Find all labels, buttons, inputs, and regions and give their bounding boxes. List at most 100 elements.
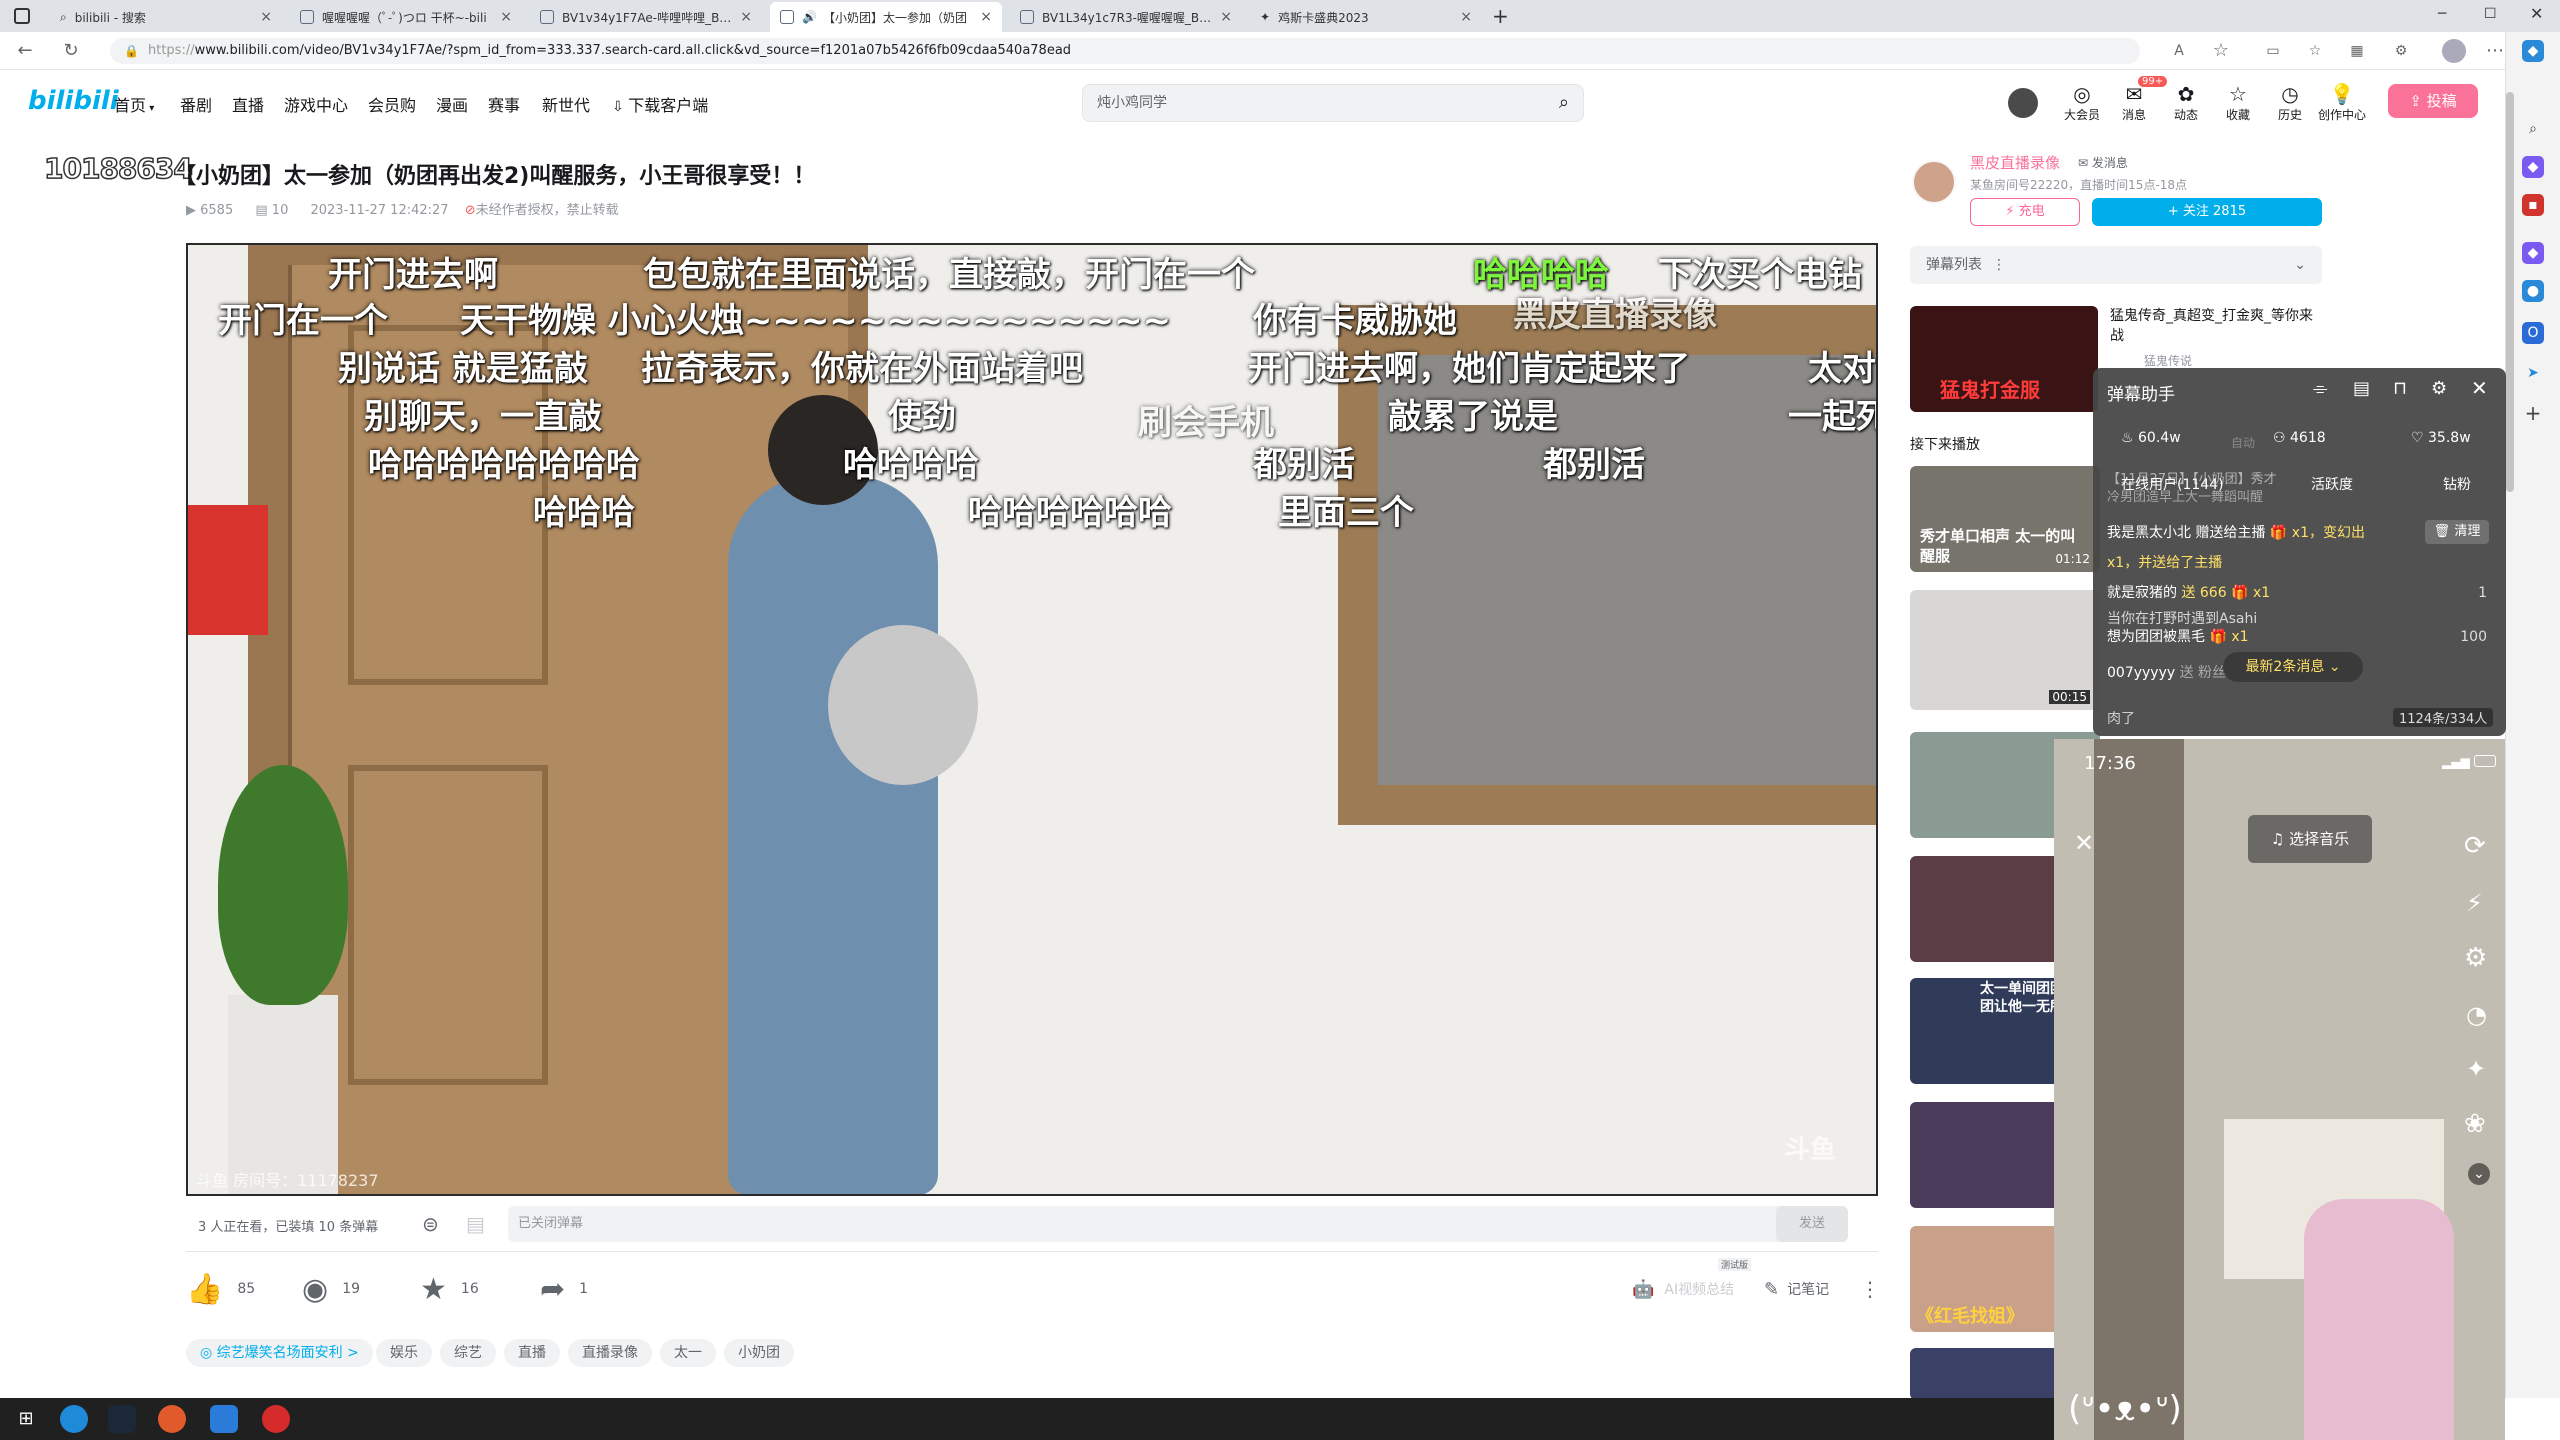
start-icon[interactable]: ⊞ [12,1405,40,1433]
url-input[interactable]: 🔒 https://www.bilibili.com/video/BV1v34y… [110,38,2140,64]
back-icon[interactable]: ← [14,40,36,62]
profile-avatar[interactable] [2442,39,2466,63]
page-scrollbar[interactable] [2506,92,2514,492]
search-sidebar-icon[interactable]: ⌕ [2522,118,2544,140]
close-tab-icon[interactable]: × [500,9,512,25]
outlook-icon[interactable]: O [2522,322,2544,344]
tab-actions-icon[interactable] [14,8,30,24]
settings-icon[interactable]: ⚙ [2464,943,2487,973]
flip-camera-icon[interactable]: ⟳ [2464,831,2486,861]
flash-off-icon[interactable]: ⚡ [2466,889,2483,917]
nav-new-gen[interactable]: 新世代 [542,92,590,116]
tools-icon[interactable]: ▪ [2522,194,2544,216]
nav-live[interactable]: 直播 [232,92,264,116]
nav-game-center[interactable]: 游戏中心 [284,92,348,116]
timer-icon[interactable]: ◔ [2466,1001,2487,1029]
steam-icon[interactable] [108,1405,136,1433]
browser-tab[interactable]: ⌕ bilibili - 搜索 × [50,2,282,32]
search-icon[interactable]: ⌕ [1559,85,1569,121]
messages-link[interactable]: ✉ 消息 99+ [2108,76,2168,123]
minimize-icon[interactable]: ─ [2438,6,2446,22]
coin-button[interactable]: ◉ 19 [302,1272,360,1307]
browser-tab[interactable]: ✦ 鸡斯卡盛典2023 × [1250,2,1482,32]
close-icon[interactable]: ✕ [2074,829,2094,857]
charge-button[interactable]: ⚡ 充电 [1970,198,2080,226]
new-tab-icon[interactable]: + [1492,4,1509,28]
maximize-icon[interactable]: ☐ [2484,6,2497,22]
split-screen-icon[interactable]: ▭ [2262,40,2284,62]
audio-playing-icon[interactable]: 🔊 [802,10,817,24]
favorite-button[interactable]: ★ 16 [420,1272,479,1307]
send-icon[interactable]: ➤ [2522,362,2544,384]
creator-center-link[interactable]: 💡 创作中心 [2316,82,2368,123]
beauty-filter-icon[interactable]: ❀ [2464,1109,2486,1139]
ai-summary-button[interactable]: 🤖 AI视频总结 [1632,1272,1734,1306]
nav-esports[interactable]: 赛事 [488,92,520,116]
reco-thumbnail[interactable]: 00:15 [1910,590,2100,710]
close-window-icon[interactable]: ✕ [2530,4,2543,23]
refresh-icon[interactable]: ↻ [60,40,82,62]
music-select-button[interactable]: ♫ 选择音乐 [2248,815,2372,863]
follow-button[interactable]: + 关注 2815 [2092,198,2322,226]
tag[interactable]: 太一 [660,1339,716,1367]
video-player[interactable]: 开门进去啊 包包就在里面说话，直接敲，开门在一个 哈哈哈哈 下次买个电钻 开门在… [186,243,1878,1196]
add-sidebar-icon[interactable]: + [2522,402,2544,424]
nav-download-client[interactable]: ⇩ 下载客户端 [612,92,708,116]
netease-music-icon[interactable] [262,1405,290,1433]
edge-icon[interactable] [60,1405,88,1433]
uploader-avatar[interactable] [1912,160,1956,204]
more-menu-icon[interactable]: ⋯ [2484,40,2506,62]
close-icon[interactable]: ✕ [2471,376,2488,400]
close-tab-icon[interactable]: × [1460,9,1472,25]
danmaku-list-bar[interactable]: 弹幕列表 ⋮ ⌄ [1910,246,2322,284]
magic-wand-icon[interactable]: ✦ [2466,1055,2486,1083]
danmaku-settings-icon[interactable]: ▤ [466,1212,485,1236]
danmaku-input[interactable]: 已关闭弹幕 发送 [508,1206,1848,1242]
nav-home[interactable]: 首页 ▾ [114,92,154,116]
close-tab-icon[interactable]: × [740,9,752,25]
office-icon[interactable]: ● [2522,280,2544,302]
copilot-icon[interactable]: ◆ [2522,40,2544,62]
close-tab-icon[interactable]: × [260,9,272,25]
tag[interactable]: 小奶团 [724,1339,794,1367]
danmaku-toggle-icon[interactable]: ⊜ [422,1212,439,1236]
notes-button[interactable]: ✎ 记笔记 [1764,1272,1829,1306]
upload-button[interactable]: ⇪ 投稿 [2388,84,2478,118]
favorites-icon[interactable]: ☆ [2304,40,2326,62]
settings-icon[interactable]: ⚙ [2431,378,2447,399]
tag-activity[interactable]: ◎ 综艺爆笑名场面安利 > [186,1339,373,1367]
read-aloud-icon[interactable]: A [2168,40,2190,62]
tab-diamond-fans[interactable]: 钻粉 [2443,474,2471,494]
nav-manga[interactable]: 漫画 [436,92,468,116]
like-button[interactable]: 👍 85 [186,1272,255,1307]
search-input[interactable]: 炖小鸡同学 ⌕ [1082,84,1584,122]
app-icon[interactable] [158,1405,186,1433]
shopping-icon[interactable]: ◆ [2522,156,2544,178]
tag[interactable]: 综艺 [440,1339,496,1367]
filter-icon[interactable]: ⌯ [2313,378,2327,399]
collections-icon[interactable]: ▦ [2346,40,2368,62]
clear-button[interactable]: 🗑 清理 [2425,520,2489,544]
document-icon[interactable]: ▤ [2353,378,2370,399]
history-link[interactable]: ◷ 历史 [2264,82,2316,123]
user-avatar[interactable] [2008,88,2038,118]
more-options-icon[interactable]: ⋮ [1860,1272,1880,1306]
send-message-link[interactable]: ✉ 发消息 [2078,154,2128,171]
nav-mall[interactable]: 会员购 [368,92,416,116]
vip-link[interactable]: ◎ 大会员 [2056,82,2108,123]
favorite-star-icon[interactable]: ☆ [2210,40,2232,62]
browser-tab[interactable]: BV1v34y1F7Ae-哔哩哔哩_Bilibili × [530,2,762,32]
tag[interactable]: 娱乐 [376,1339,432,1367]
browser-tab[interactable]: BV1L34y1c7R3-喔喔喔喔_Bilibili × [1010,2,1242,32]
tag[interactable]: 直播录像 [568,1339,652,1367]
bilibili-logo[interactable]: bilibili [28,86,119,116]
uploader-name[interactable]: 黑皮直播录像 [1970,152,2060,173]
chevron-down-icon[interactable]: ⌄ [2468,1163,2490,1185]
reco-thumbnail[interactable]: 秀才单口相声 太一的叫醒服 01:12 [1910,466,2100,572]
new-messages-button[interactable]: 最新2条消息 ⌄ [2223,652,2363,682]
extension-icon[interactable]: ⚙ [2390,40,2412,62]
reco-thumbnail[interactable]: 猛鬼打金服 [1910,306,2098,412]
nav-anime[interactable]: 番剧 [180,92,212,116]
lock-icon[interactable]: ⊓ [2393,378,2407,399]
send-button[interactable]: 发送 [1776,1206,1848,1242]
